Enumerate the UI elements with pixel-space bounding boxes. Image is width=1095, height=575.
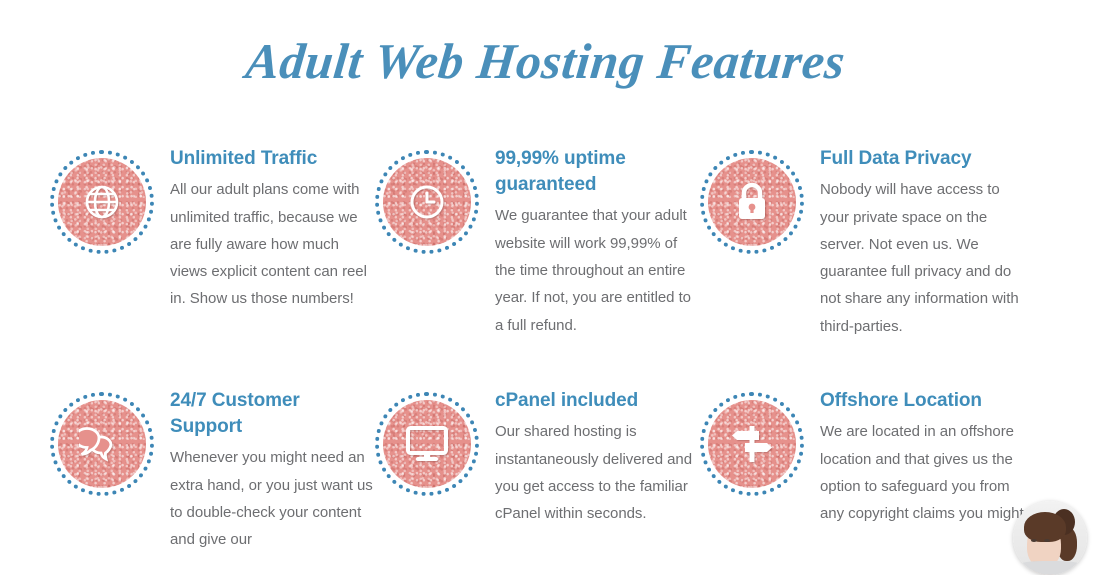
feature-description: We guarantee that your adult website wil… [495,207,691,334]
icon-badge-cpanel [375,392,479,496]
features-grid: Unlimited Traffic All our adult plans co… [0,140,1095,554]
feature-title: cPanel included [495,390,639,411]
feature-description: We are located in an offshore location a… [820,423,1024,523]
feature-text: Full Data Privacy Nobody will have acces… [820,140,1032,340]
avatar-eye-right [1044,539,1050,542]
chat-agent-avatar [1013,501,1087,575]
avatar-shoulders [1015,561,1085,575]
feature-title: Offshore Location [820,390,982,411]
feature-title: 24/7 Customer Support [170,390,300,438]
icon-badge-uptime [375,150,479,254]
icon-disc [383,400,471,488]
feature-card-customer-support: 24/7 Customer Support Whenever you might… [50,382,375,554]
feature-title: 99,99% uptime guaranteed [495,148,626,196]
feature-title: Unlimited Traffic [170,148,318,169]
feature-text: cPanel included Our shared hosting is in… [495,382,700,527]
feature-text: 99,99% uptime guaranteed We guarantee th… [495,140,700,339]
icon-badge-customer-support [50,392,154,496]
chat-widget-button[interactable] [1013,501,1087,575]
avatar-eye-left [1031,539,1037,542]
avatar-hair [1024,512,1066,542]
icon-disc [708,158,796,246]
icon-badge-data-privacy [700,150,804,254]
icon-disc [58,400,146,488]
feature-description: Whenever you might need an extra hand, o… [170,449,373,549]
icon-badge-unlimited-traffic [50,150,154,254]
feature-card-uptime: 99,99% uptime guaranteed We guarantee th… [375,140,700,382]
feature-card-unlimited-traffic: Unlimited Traffic All our adult plans co… [50,140,375,382]
icon-disc [58,158,146,246]
feature-title: Full Data Privacy [820,148,972,169]
feature-text: Unlimited Traffic All our adult plans co… [170,140,375,313]
padlock-icon [732,180,772,224]
icon-badge-offshore-location [700,392,804,496]
feature-description: All our adult plans come with unlimited … [170,181,367,308]
icon-disc [708,400,796,488]
globe-icon [81,181,123,223]
feature-text: Offshore Location We are located in an o… [820,382,1032,527]
monitor-icon [404,424,450,464]
feature-card-cpanel: cPanel included Our shared hosting is in… [375,382,700,554]
clock-icon [406,181,448,223]
feature-card-data-privacy: Full Data Privacy Nobody will have acces… [700,140,1032,382]
feature-description: Nobody will have access to your private … [820,181,1019,335]
feature-card-offshore-location: Offshore Location We are located in an o… [700,382,1032,554]
signpost-icon [729,422,775,466]
page-title: Adult Web Hosting Features [243,33,848,89]
feature-text: 24/7 Customer Support Whenever you might… [170,382,375,554]
icon-disc [383,158,471,246]
speech-bubbles-icon [79,424,125,464]
feature-description: Our shared hosting is instantaneously de… [495,423,693,523]
